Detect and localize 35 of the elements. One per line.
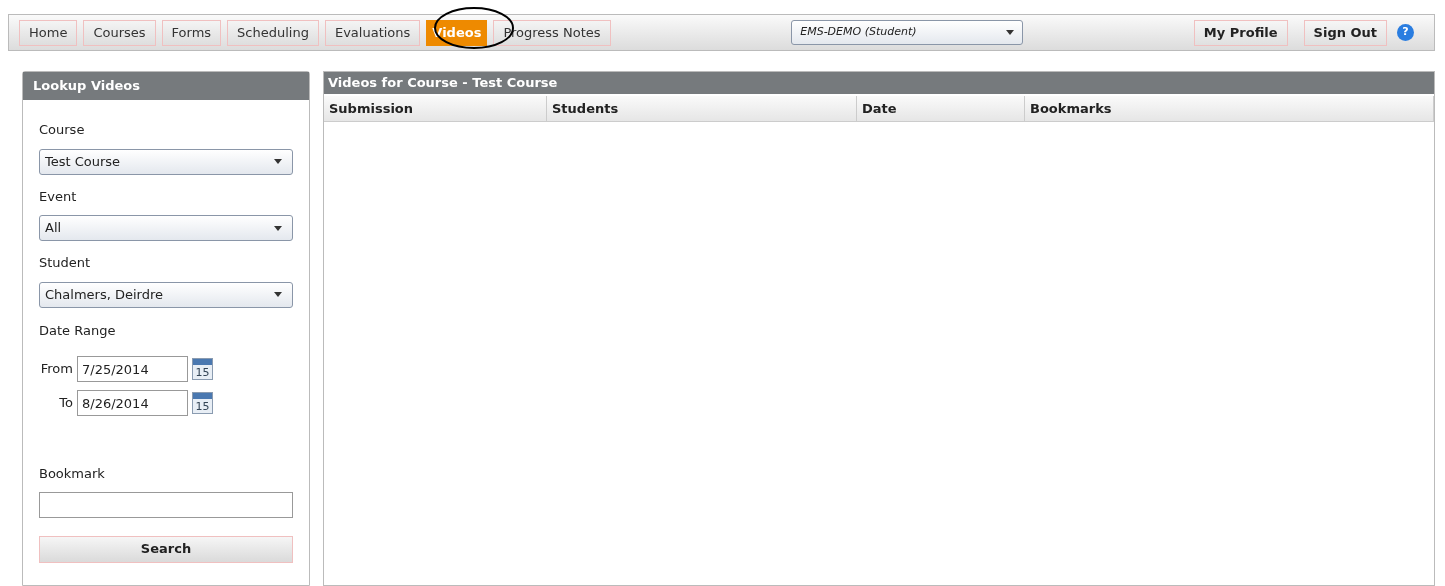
field-label: Course xyxy=(39,121,86,139)
dropdown-select[interactable]: All xyxy=(39,215,293,241)
dropdown-select[interactable]: Test Course xyxy=(39,148,293,175)
search-button[interactable]: Search xyxy=(39,535,293,563)
calendar-icon[interactable]: 15 xyxy=(192,358,213,380)
header-button[interactable]: Sign Out xyxy=(1303,19,1387,46)
bookmark-field[interactable] xyxy=(39,491,293,518)
caret-icon xyxy=(1006,30,1015,35)
caret-icon xyxy=(274,225,282,231)
column-header[interactable]: Students xyxy=(547,96,857,121)
nav-tab[interactable]: Evaluations xyxy=(324,19,421,46)
header-button[interactable]: My Profile xyxy=(1193,19,1288,46)
panel-title: Lookup Videos xyxy=(23,72,309,100)
nav-tab[interactable]: Scheduling xyxy=(227,19,319,46)
field-label: Student xyxy=(39,254,92,272)
field-label: Bookmark xyxy=(39,465,106,483)
help-button[interactable]: ? xyxy=(1397,24,1414,41)
from-date-field[interactable]: 7/25/2014 xyxy=(77,356,188,382)
caret-icon xyxy=(274,292,282,297)
panel-title: Videos for Course - Test Course xyxy=(324,72,1434,94)
column-header[interactable]: Bookmarks xyxy=(1025,96,1434,121)
column-header[interactable]: Date xyxy=(857,96,1025,121)
field-label: Date Range xyxy=(39,321,117,340)
nav-tab[interactable]: Home xyxy=(19,19,78,46)
caret-icon xyxy=(274,159,282,164)
nav-tab[interactable]: Forms xyxy=(161,19,222,46)
dropdown-select[interactable]: Chalmers, Deirdre xyxy=(39,281,293,308)
nav-tab[interactable]: Courses xyxy=(83,19,156,46)
field-label: From xyxy=(39,360,74,379)
column-header[interactable]: Submission xyxy=(324,96,547,121)
calendar-icon[interactable]: 15 xyxy=(192,392,213,414)
account-select[interactable]: EMS-DEMO (Student) xyxy=(791,20,1024,45)
to-date-field[interactable]: 8/26/2014 xyxy=(77,390,188,416)
field-label: To xyxy=(58,394,74,413)
field-label: Event xyxy=(39,187,78,206)
